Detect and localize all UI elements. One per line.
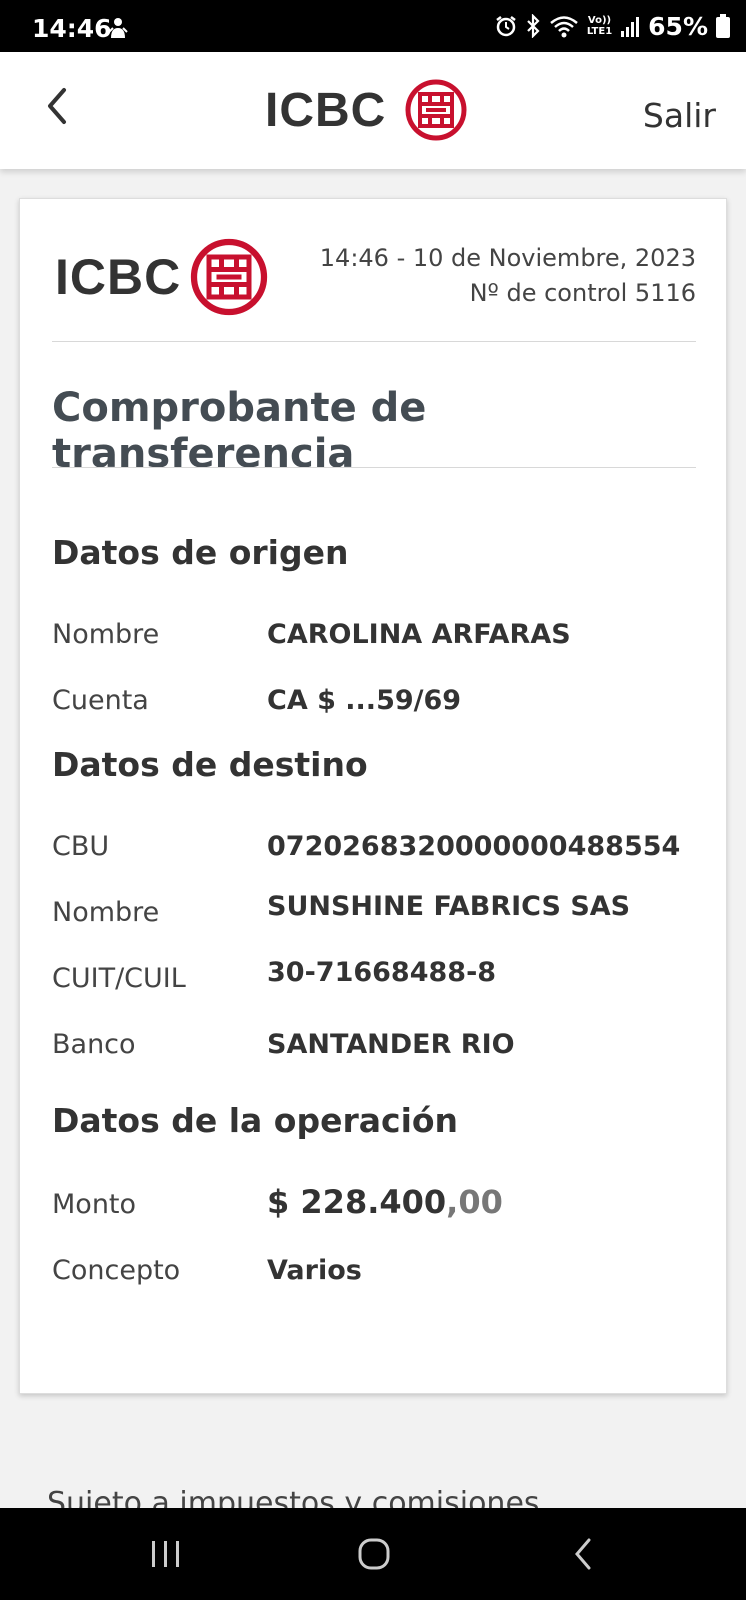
person-icon <box>108 16 128 40</box>
chevron-left-icon <box>48 88 66 124</box>
status-time: 14:46 <box>32 14 112 43</box>
signal-icon <box>620 15 640 37</box>
origin-account-value: CA $ ...59/69 <box>267 685 462 716</box>
destination-cbu-label: CBU <box>52 831 110 862</box>
amount-label: Monto <box>52 1189 137 1220</box>
amount-decimals: ,00 <box>446 1183 503 1221</box>
origin-section-title: Datos de origen <box>52 533 349 572</box>
receipt-logo-text: ICBC <box>55 249 182 305</box>
destination-cuit-label: CUIT/CUIL <box>52 963 186 994</box>
volte-label-bottom: LTE1 <box>586 26 613 37</box>
navigation-bar <box>0 1508 746 1600</box>
alarm-icon <box>495 15 517 37</box>
destination-cbu-value: 0720268320000000488554 <box>267 831 681 862</box>
origin-name-label: Nombre <box>52 619 160 650</box>
receipt-meta: 14:46 - 10 de Noviembre, 2023 Nº de cont… <box>320 241 696 311</box>
receipt-logo: ICBC <box>55 237 269 317</box>
destination-bank-value: SANTANDER RIO <box>267 1029 515 1060</box>
receipt-control-number: Nº de control 5116 <box>469 279 696 307</box>
back-button[interactable] <box>40 84 80 128</box>
concept-label: Concepto <box>52 1255 181 1286</box>
logout-button[interactable]: Salir <box>643 96 716 135</box>
header-logo: ICBC <box>265 78 468 142</box>
home-icon <box>358 1538 390 1570</box>
receipt-card: ICBC 14:46 - 10 de Noviembre, 2023 Nº de… <box>19 198 727 1394</box>
destination-bank-label: Banco <box>52 1029 136 1060</box>
divider <box>52 341 696 342</box>
receipt-title: Comprobante de transferencia <box>52 385 427 477</box>
back-icon <box>575 1538 591 1570</box>
recent-apps-button[interactable] <box>142 1530 190 1578</box>
destination-section-title: Datos de destino <box>52 745 368 784</box>
wifi-icon <box>549 14 579 38</box>
amount-integer: $ 228.400 <box>267 1183 447 1221</box>
divider <box>52 467 696 468</box>
app-header: ICBC Salir <box>0 52 746 169</box>
origin-account-label: Cuenta <box>52 685 149 716</box>
destination-name-value: SUNSHINE FABRICS SAS <box>267 891 631 922</box>
amount-value: $ 228.400,00 <box>267 1183 503 1221</box>
origin-name-value: CAROLINA ARFARAS <box>267 619 571 650</box>
operation-section-title: Datos de la operación <box>52 1101 459 1140</box>
volte-label-top: Vo)) <box>587 15 612 26</box>
status-bar: 14:46 Vo)) LTE1 65% <box>0 0 746 52</box>
volte-icon: Vo)) LTE1 <box>587 15 612 37</box>
icbc-emblem-icon <box>191 238 268 316</box>
recent-apps-icon <box>152 1541 179 1567</box>
bluetooth-icon <box>525 14 541 38</box>
concept-value: Varios <box>267 1255 362 1286</box>
battery-percent: 65% <box>648 11 708 41</box>
logo-text: ICBC <box>265 83 387 137</box>
destination-name-label: Nombre <box>52 897 160 928</box>
battery-icon <box>716 14 730 38</box>
system-back-button[interactable] <box>560 1530 608 1578</box>
destination-cuit-value: 30-71668488-8 <box>267 957 497 988</box>
home-button[interactable] <box>350 1530 398 1578</box>
receipt-datetime: 14:46 - 10 de Noviembre, 2023 <box>319 244 696 272</box>
icbc-emblem-icon <box>405 79 467 141</box>
